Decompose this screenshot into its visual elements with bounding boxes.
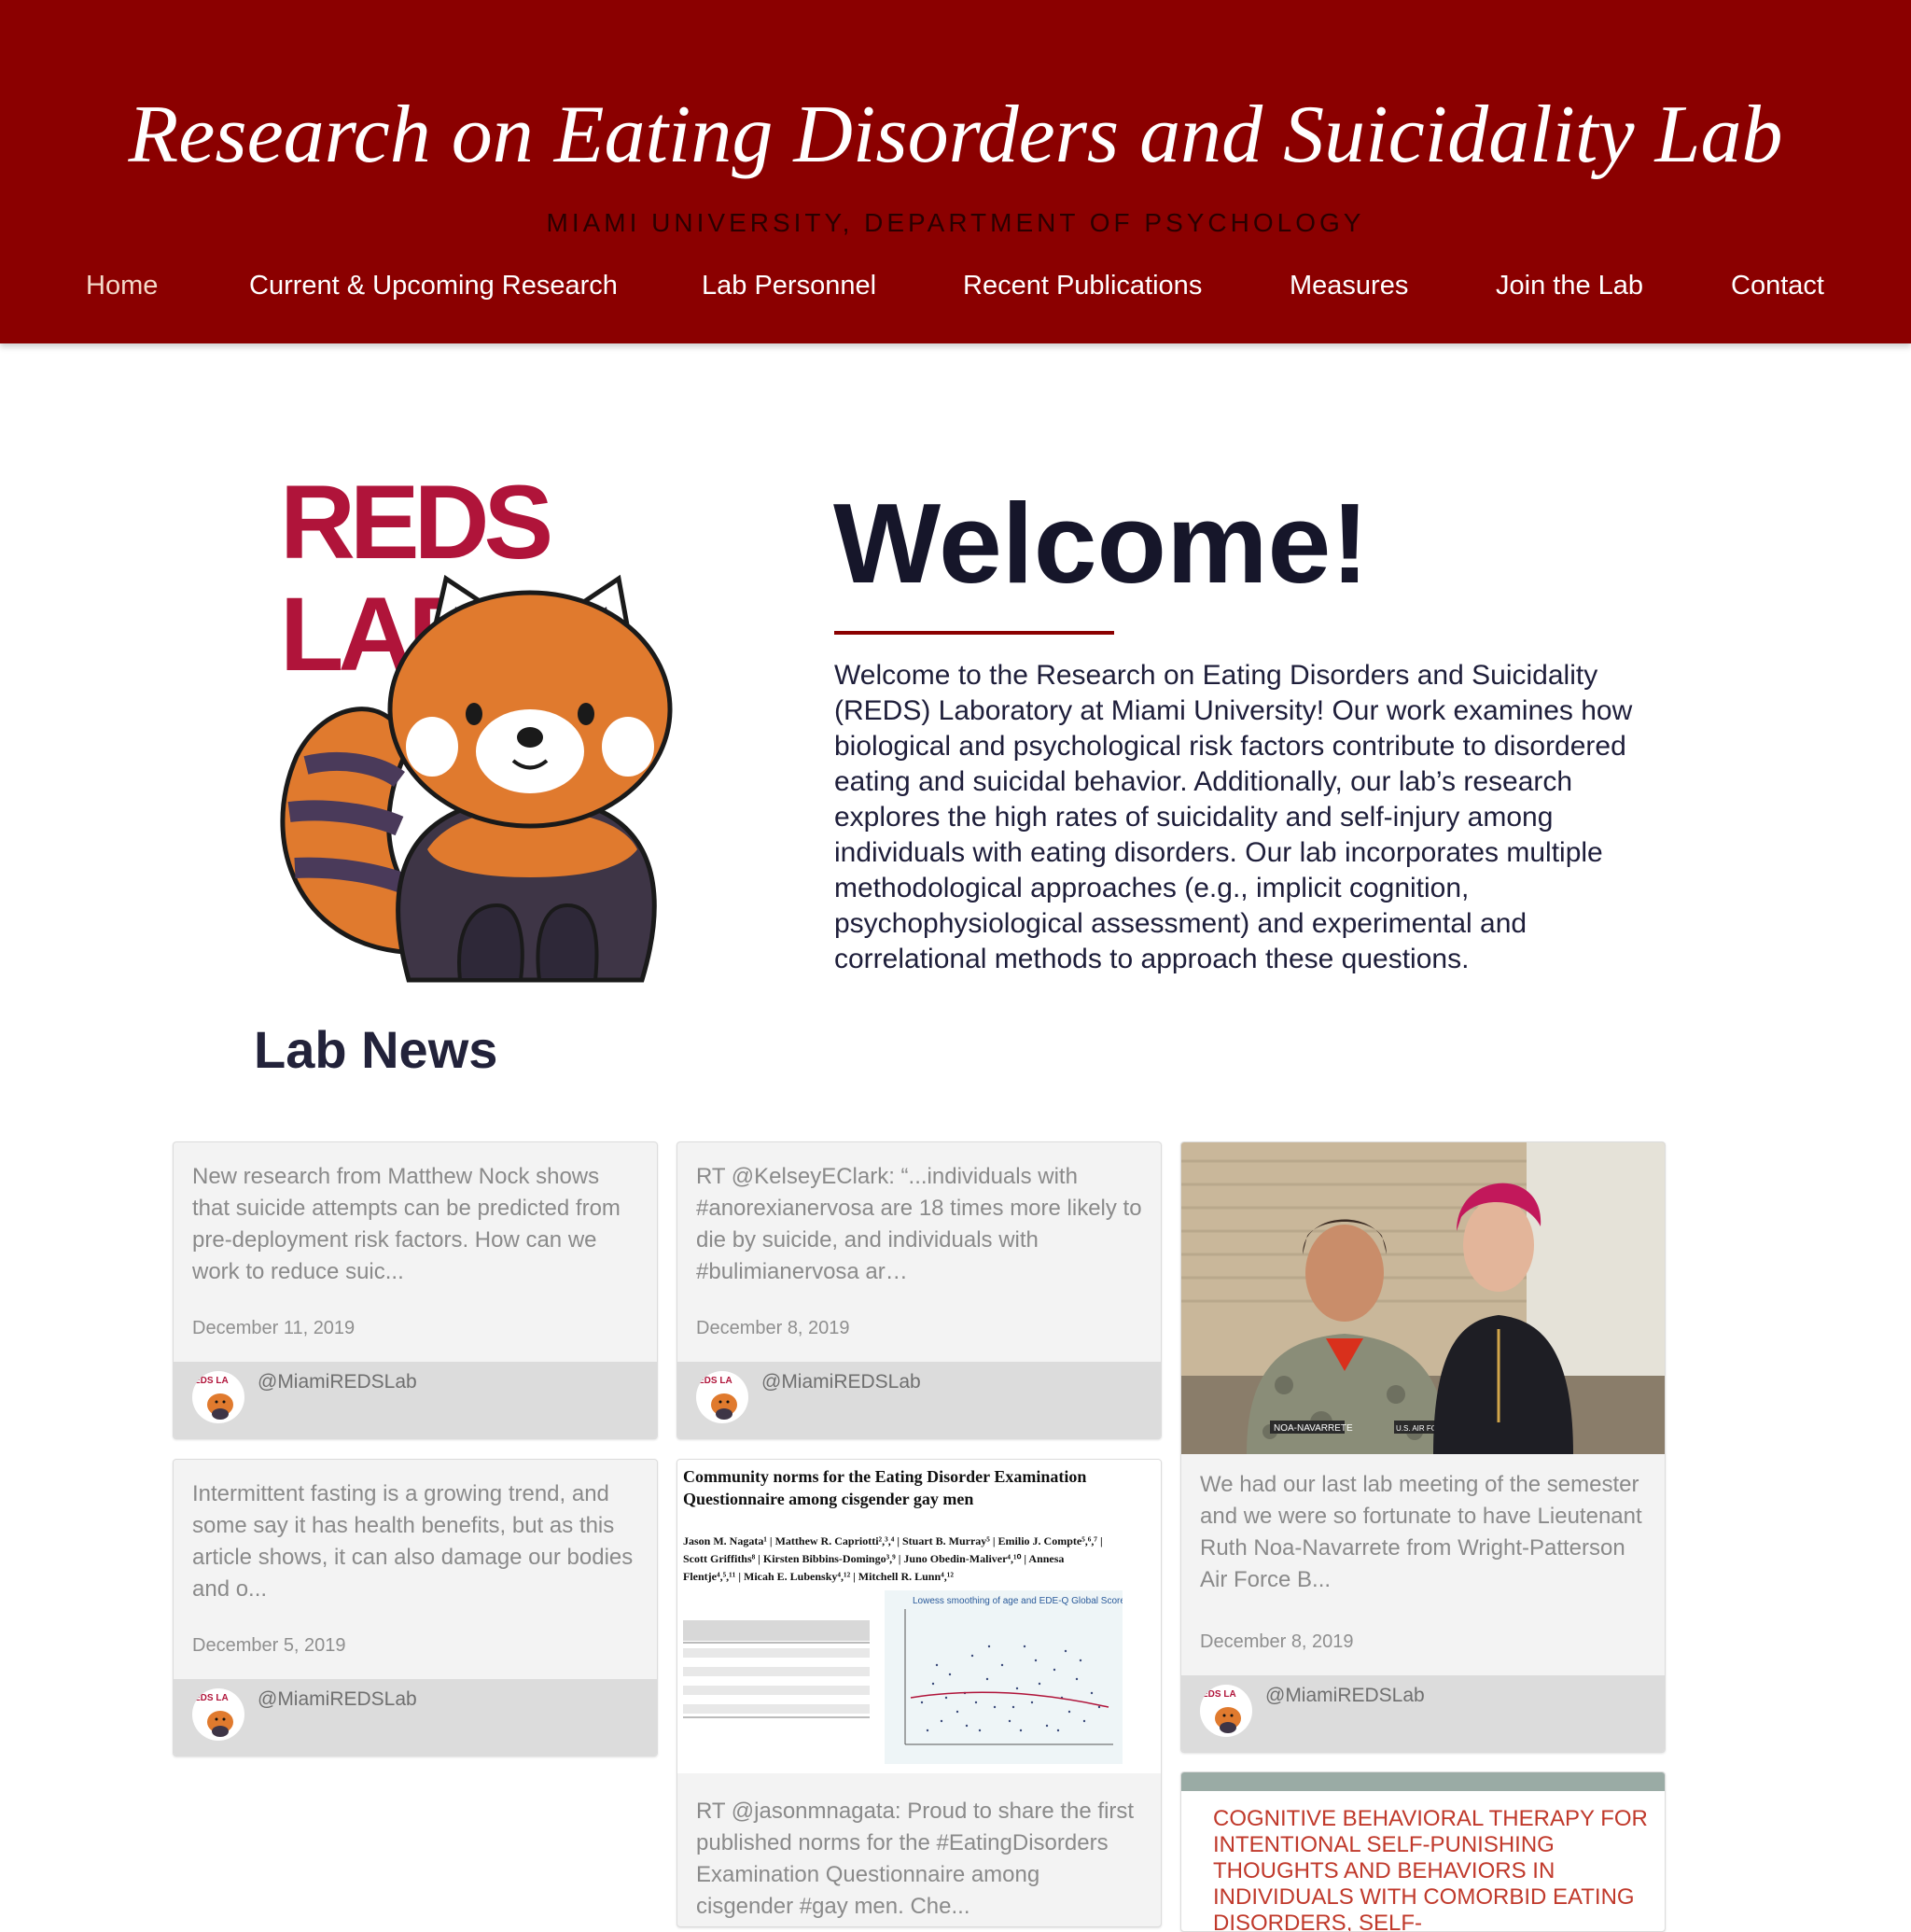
reds-lab-avatar-icon: EDS LA [192,1371,244,1423]
lab-news-heading: Lab News [254,1020,498,1079]
main-nav: Home Current & Upcoming Research Lab Per… [0,267,1911,304]
news-card-text: We had our last lab meeting of the semes… [1200,1472,1642,1592]
news-card-text: New research from Matthew Nock shows tha… [192,1164,621,1284]
reds-lab-avatar-icon: EDS LA [192,1688,244,1741]
svg-text:EDS LA: EDS LA [1202,1689,1236,1700]
news-card-photo[interactable]: NOA-NAVARRETE U.S. AIR FORCE We had our … [1180,1141,1666,1753]
paper-scatter-figure: Lowess smoothing of age and EDE-Q Global… [885,1590,1123,1764]
twitter-handle[interactable]: @MiamiREDSLab [258,1371,417,1393]
news-card-footer: EDS LA @MiamiREDSLab [174,1679,657,1756]
site-subtitle: MIAMI UNIVERSITY, DEPARTMENT OF PSYCHOLO… [546,208,1365,237]
news-card-paper[interactable]: Community norms for the Eating Disorder … [677,1459,1162,1927]
reds-lab-avatar-icon: EDS LA [1200,1685,1252,1737]
news-card[interactable]: RT @KelseyEClark: “...individuals with #… [677,1141,1162,1439]
welcome-paragraph: Welcome to the Research on Eating Disord… [834,660,1633,974]
svg-text:EDS LA: EDS LA [698,1376,732,1386]
news-card-text: Intermittent fasting is a growing trend,… [192,1481,634,1602]
nav-recent-publications[interactable]: Recent Publications [963,267,1202,304]
news-card[interactable]: New research from Matthew Nock shows tha… [173,1141,658,1439]
news-card-date: December 8, 2019 [696,1318,850,1338]
news-card-date: December 11, 2019 [192,1318,356,1338]
site-title[interactable]: Research on Eating Disorders and Suicida… [0,84,1911,187]
nav-home[interactable]: Home [86,267,158,304]
svg-text:EDS LA: EDS LA [194,1376,229,1386]
nav-measures[interactable]: Measures [1290,267,1408,304]
lab-meeting-photo: NOA-NAVARRETE U.S. AIR FORCE [1181,1142,1665,1454]
twitter-handle[interactable]: @MiamiREDSLab [761,1371,921,1393]
news-card-date: December 8, 2019 [1200,1631,1354,1652]
nav-contact[interactable]: Contact [1731,267,1824,304]
svg-text:EDS LA: EDS LA [194,1693,229,1703]
nav-lab-personnel[interactable]: Lab Personnel [702,267,876,304]
news-card-footer: EDS LA @MiamiREDSLab [1181,1675,1665,1752]
nav-current-upcoming-research[interactable]: Current & Upcoming Research [249,267,618,304]
news-card-text: RT @jasonmnagata: Proud to share the fir… [696,1799,1135,1919]
news-card-date: December 5, 2019 [192,1635,346,1656]
nav-join-the-lab[interactable]: Join the Lab [1496,267,1643,304]
twitter-handle[interactable]: @MiamiREDSLab [1265,1685,1425,1707]
reds-lab-avatar-icon: EDS LA [696,1371,748,1423]
welcome-heading: Welcome! [833,480,1370,607]
paper-table-figure [683,1620,870,1718]
news-card-text: RT @KelseyEClark: “...individuals with #… [696,1164,1142,1284]
site-header: Research on Eating Disorders and Suicida… [0,0,1911,343]
heading-divider [834,631,1114,635]
news-card-footer: EDS LA @MiamiREDSLab [174,1362,657,1438]
photo-name-tag: NOA-NAVARRETE [1274,1423,1353,1434]
paper-chart-title: Lowess smoothing of age and EDE-Q Global… [913,1596,1123,1606]
news-card[interactable]: Intermittent fasting is a growing trend,… [173,1459,658,1757]
reds-lab-logo: REDS LAB [269,467,754,1017]
paper-title: Community norms for the Eating Disorder … [683,1467,1087,1508]
article-banner [1181,1772,1665,1791]
paper-preview-image: Community norms for the Eating Disorder … [677,1460,1161,1773]
news-card-footer: EDS LA @MiamiREDSLab [677,1362,1161,1438]
red-panda-icon [280,574,673,983]
paper-authors: Jason M. Nagata¹ | Matthew R. Capriotti²… [683,1534,1103,1583]
twitter-handle[interactable]: @MiamiREDSLab [258,1688,417,1711]
news-card-article[interactable]: COGNITIVE BEHAVIORAL THERAPY FOR INTENTI… [1180,1771,1666,1932]
article-title: COGNITIVE BEHAVIORAL THERAPY FOR INTENTI… [1213,1806,1648,1932]
